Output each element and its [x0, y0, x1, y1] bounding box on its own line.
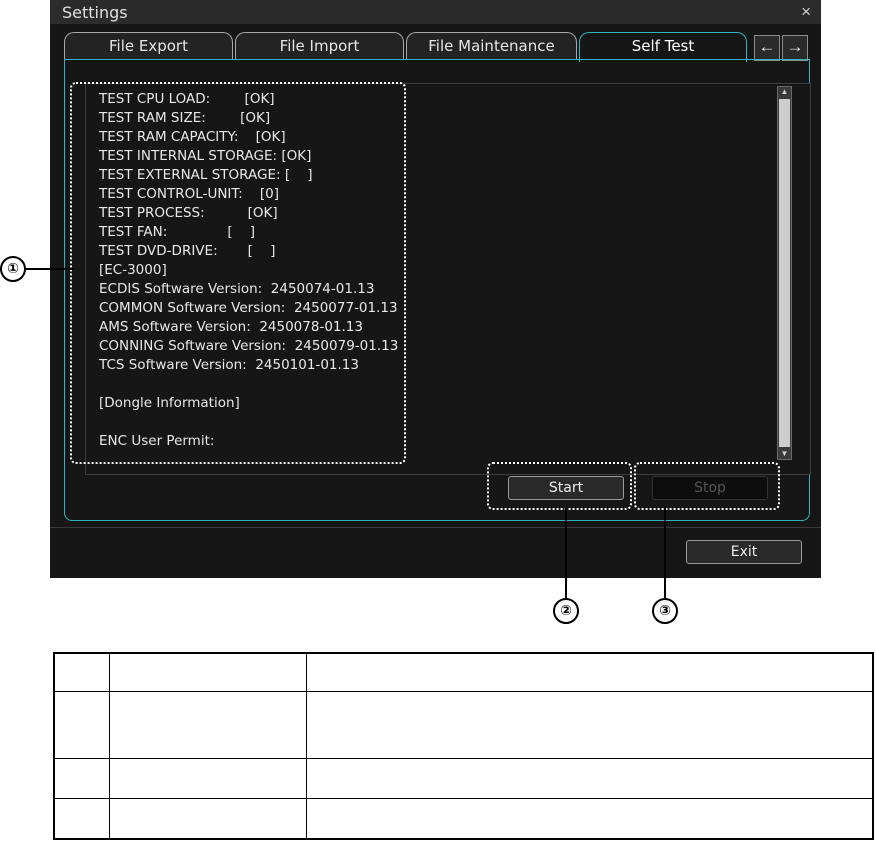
- results-highlight: [70, 82, 406, 464]
- table-cell: [306, 757, 874, 799]
- start-highlight: [487, 462, 632, 510]
- title-bar: Settings ×: [50, 0, 821, 24]
- scroll-up-icon[interactable]: ▲: [778, 87, 791, 97]
- settings-window: Settings × File Export File Import File …: [50, 0, 821, 578]
- tab-file-export[interactable]: File Export: [64, 32, 233, 60]
- arrow-left-icon[interactable]: ←: [754, 35, 780, 61]
- callout-1-leader: [24, 268, 74, 270]
- table-cell: [306, 652, 874, 692]
- table-cell: [53, 797, 110, 840]
- stop-highlight: [634, 462, 780, 510]
- arrow-right-icon[interactable]: →: [782, 35, 808, 61]
- callout-3: ③: [652, 598, 678, 624]
- table-cell: [306, 690, 874, 759]
- table-row: [53, 757, 874, 799]
- results-scrollbar[interactable]: ▲ ▼: [777, 86, 792, 460]
- table-row: [53, 690, 874, 759]
- table-row: [53, 652, 874, 692]
- scroll-thumb[interactable]: [779, 99, 790, 447]
- table-cell: [109, 757, 307, 799]
- table-cell: [109, 797, 307, 840]
- tab-self-test[interactable]: Self Test: [579, 32, 747, 62]
- table-cell: [53, 690, 110, 759]
- footer-divider: [50, 527, 821, 528]
- table-cell: [53, 757, 110, 799]
- scroll-down-icon[interactable]: ▼: [778, 449, 791, 459]
- table-cell: [53, 652, 110, 692]
- callout-2: ②: [553, 598, 579, 624]
- tab-file-import[interactable]: File Import: [235, 32, 404, 60]
- exit-button[interactable]: Exit: [686, 540, 802, 564]
- tab-file-maintenance[interactable]: File Maintenance: [406, 32, 577, 60]
- window-title: Settings: [62, 3, 128, 22]
- callout-2-leader: [565, 508, 567, 598]
- table-cell: [109, 690, 307, 759]
- table-cell: [109, 652, 307, 692]
- table-row: [53, 797, 874, 840]
- callout-3-leader: [664, 508, 666, 598]
- close-icon[interactable]: ×: [801, 2, 811, 22]
- callout-1: ①: [0, 256, 26, 282]
- table-cell: [306, 797, 874, 840]
- legend-table: [53, 652, 874, 840]
